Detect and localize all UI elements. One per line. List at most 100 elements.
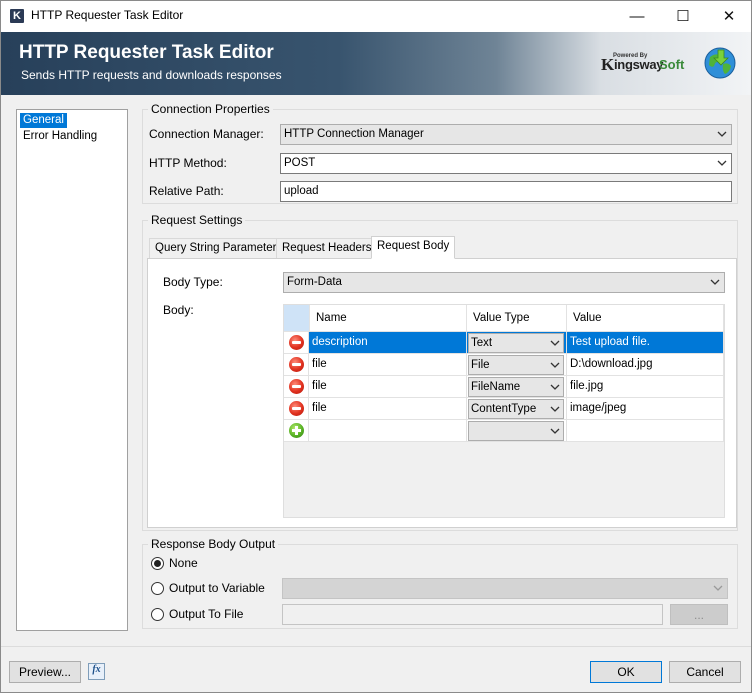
remove-row-button[interactable] (284, 376, 309, 398)
cell-name[interactable]: file (309, 376, 467, 398)
new-cell-value[interactable] (567, 420, 724, 442)
tab-query-string-parameters[interactable]: Query String Parameters (149, 238, 289, 258)
window-title: HTTP Requester Task Editor (31, 8, 184, 22)
cell-value-type: FileName (467, 376, 567, 398)
banner-subtitle: Sends HTTP requests and downloads respon… (21, 68, 282, 82)
ok-button[interactable]: OK (590, 661, 662, 683)
add-icon (289, 423, 304, 438)
chevron-down-icon (550, 406, 560, 412)
cell-value[interactable]: Test upload file. (567, 332, 724, 354)
chevron-down-icon (550, 384, 560, 390)
new-row[interactable] (284, 420, 724, 442)
relative-path-label: Relative Path: (149, 184, 224, 198)
radio-output-to-variable[interactable] (151, 582, 164, 595)
relative-path-input[interactable]: upload (280, 181, 732, 202)
radio-output-to-file[interactable] (151, 608, 164, 621)
value-type-select[interactable]: Text (468, 333, 564, 353)
response-body-output-title: Response Body Output (148, 537, 279, 551)
globe-icon (704, 47, 736, 79)
output-file-input[interactable] (282, 604, 663, 625)
title-bar: K HTTP Requester Task Editor — ☐ ✕ (1, 1, 751, 32)
value-type-select[interactable]: FileName (468, 377, 564, 397)
new-cell-value-type (467, 420, 567, 442)
value-type-value: FileName (471, 381, 521, 393)
chevron-down-icon (710, 279, 720, 285)
preview-button[interactable]: Preview... (9, 661, 81, 683)
http-method-select[interactable]: POST (280, 153, 732, 174)
table-row[interactable]: description Text Test upload file. (284, 332, 724, 354)
new-cell-name[interactable] (309, 420, 467, 442)
table-row[interactable]: file ContentType image/jpeg (284, 398, 724, 420)
minimize-button[interactable]: — (614, 1, 660, 32)
editor-window: K HTTP Requester Task Editor — ☐ ✕ HTTP … (0, 0, 752, 693)
cell-name[interactable]: description (309, 332, 467, 354)
body-type-select[interactable]: Form-Data (283, 272, 725, 293)
cell-value[interactable]: image/jpeg (567, 398, 724, 420)
column-header-value[interactable]: Value (567, 305, 724, 332)
output-variable-select[interactable] (282, 578, 728, 599)
cancel-button[interactable]: Cancel (669, 661, 741, 683)
http-method-value: POST (284, 157, 316, 169)
chevron-down-icon (550, 340, 560, 346)
connection-manager-value: HTTP Connection Manager (284, 128, 424, 140)
http-method-label: HTTP Method: (149, 156, 227, 170)
add-row-button[interactable] (284, 420, 309, 442)
maximize-button[interactable]: ☐ (660, 1, 706, 32)
radio-none-label[interactable]: None (169, 556, 198, 570)
column-header-value-type[interactable]: Value Type (467, 305, 567, 332)
remove-row-button[interactable] (284, 332, 309, 354)
browse-file-button[interactable]: ... (670, 604, 728, 625)
nav-item-general[interactable]: General (20, 113, 67, 128)
cell-value[interactable]: file.jpg (567, 376, 724, 398)
table-row[interactable]: file FileName file.jpg (284, 376, 724, 398)
request-settings-title: Request Settings (148, 213, 246, 227)
footer-divider (1, 646, 751, 647)
radio-output-to-file-label[interactable]: Output To File (169, 607, 243, 621)
expression-fx-button[interactable]: fx (88, 663, 105, 680)
fx-icon: fx (92, 664, 101, 675)
body-label: Body: (163, 303, 194, 317)
new-value-type-select[interactable] (468, 421, 564, 441)
grid-corner-header (284, 305, 310, 332)
banner-title: HTTP Requester Task Editor (19, 42, 274, 63)
cell-value-type: File (467, 354, 567, 376)
value-type-value: ContentType (471, 403, 537, 415)
remove-row-button[interactable] (284, 398, 309, 420)
chevron-down-icon (713, 585, 723, 591)
connection-properties-title: Connection Properties (148, 102, 273, 116)
cell-value-type: ContentType (467, 398, 567, 420)
remove-icon (289, 357, 304, 372)
logo-word: ingsway (614, 57, 664, 72)
body-type-label: Body Type: (163, 275, 223, 289)
tab-request-headers[interactable]: Request Headers (276, 238, 378, 258)
remove-row-button[interactable] (284, 354, 309, 376)
cell-name[interactable]: file (309, 398, 467, 420)
nav-list: General Error Handling (16, 109, 128, 631)
cell-value[interactable]: D:\download.jpg (567, 354, 724, 376)
chevron-down-icon (550, 428, 560, 434)
radio-none[interactable] (151, 557, 164, 570)
column-header-name[interactable]: Name (310, 305, 467, 332)
chevron-down-icon (717, 131, 727, 137)
app-icon: K (10, 9, 24, 23)
cell-name[interactable]: file (309, 354, 467, 376)
logo-soft: Soft (659, 57, 685, 72)
body-type-value: Form-Data (287, 276, 342, 288)
nav-item-error-handling[interactable]: Error Handling (20, 129, 100, 144)
table-row[interactable]: file File D:\download.jpg (284, 354, 724, 376)
radio-output-to-variable-label[interactable]: Output to Variable (169, 581, 265, 595)
chevron-down-icon (717, 160, 727, 166)
remove-icon (289, 335, 304, 350)
chevron-down-icon (550, 362, 560, 368)
close-button[interactable]: ✕ (706, 1, 751, 32)
remove-icon (289, 379, 304, 394)
value-type-select[interactable]: ContentType (468, 399, 564, 419)
value-type-value: File (471, 359, 490, 371)
logo-letter: K (601, 55, 615, 74)
connection-manager-select[interactable]: HTTP Connection Manager (280, 124, 732, 145)
tab-request-body[interactable]: Request Body (371, 236, 456, 259)
value-type-select[interactable]: File (468, 355, 564, 375)
value-type-value: Text (471, 337, 493, 349)
body-grid[interactable]: Name Value Type Value description Text T… (283, 304, 725, 518)
remove-icon (289, 401, 304, 416)
